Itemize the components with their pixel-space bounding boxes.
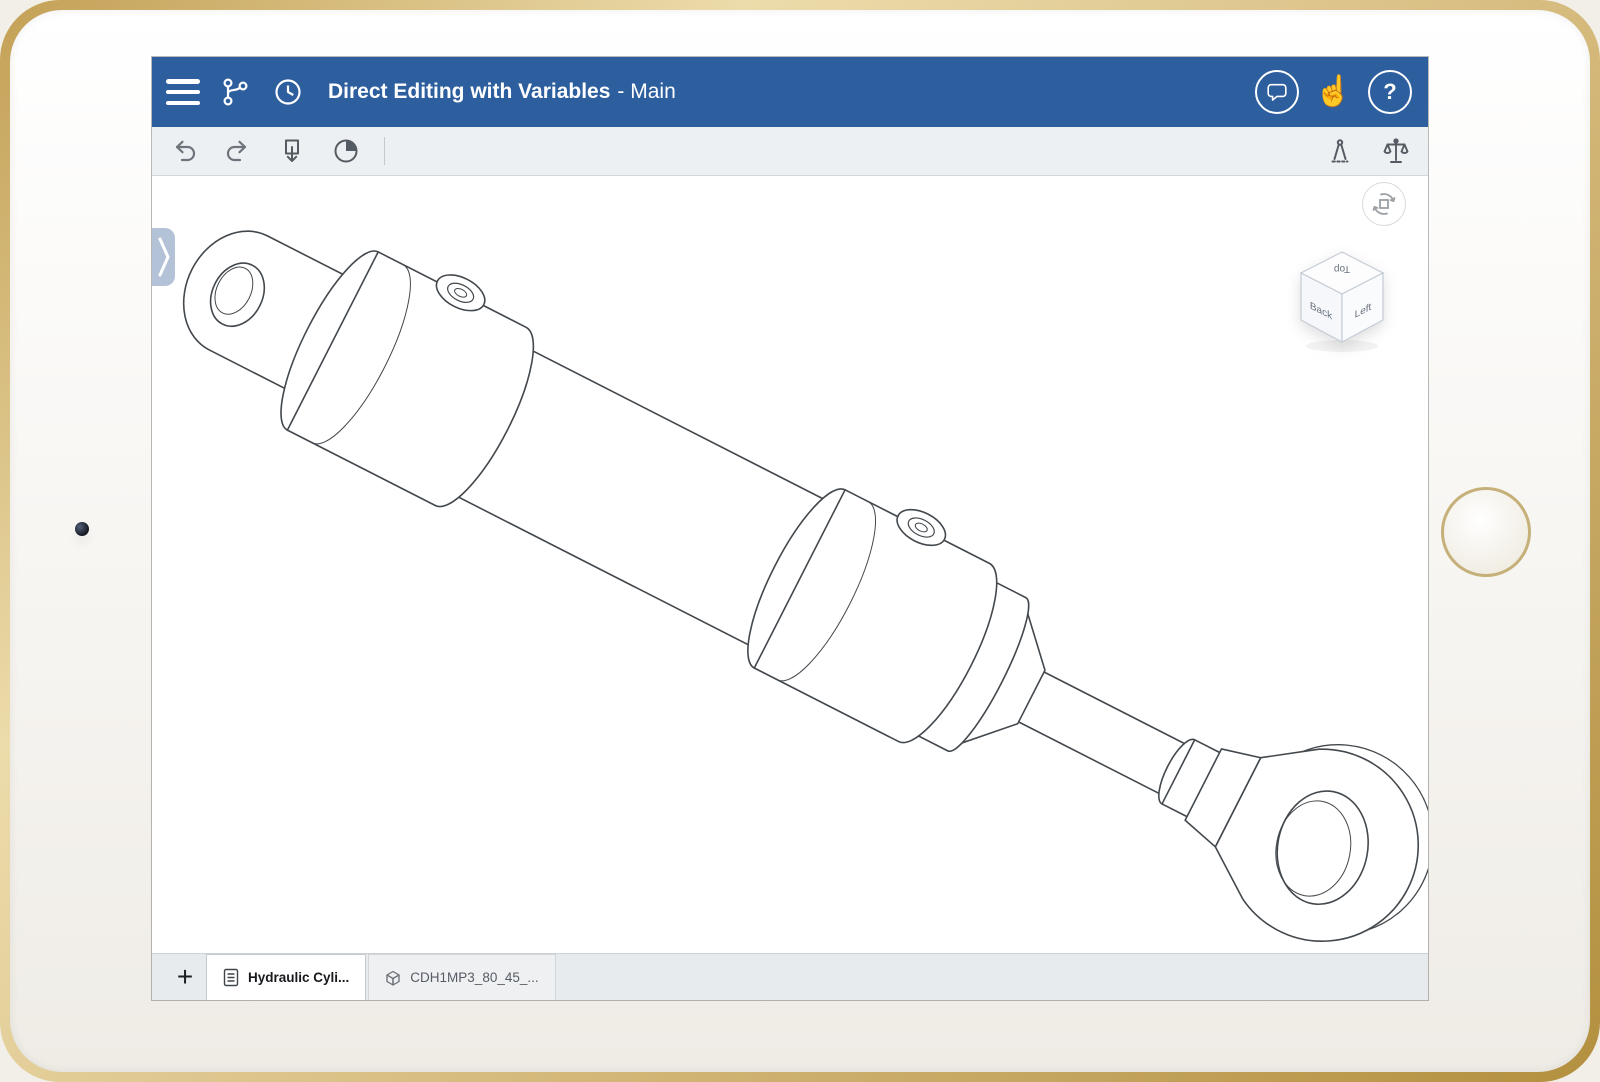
graphics-canvas[interactable]: Top Back Left — [152, 176, 1428, 953]
document-toolbar — [152, 127, 1428, 176]
history-clock-icon — [271, 75, 305, 109]
expand-feature-panel-button[interactable] — [152, 228, 175, 286]
hamburger-menu-icon[interactable] — [166, 79, 200, 105]
toolbar-analysis-group — [1324, 135, 1412, 167]
help-glyph: ? — [1383, 79, 1396, 105]
rotate-view-icon — [1371, 191, 1397, 217]
part-icon — [385, 969, 401, 987]
comments-button[interactable] — [1255, 70, 1299, 114]
model-rod-end-eye[interactable] — [1160, 689, 1428, 953]
undo-button[interactable] — [168, 135, 200, 167]
tab-part-studio[interactable]: CDH1MP3_80_45_... — [368, 954, 555, 1000]
export-icon — [277, 136, 307, 166]
tablet-device: Direct Editing with Variables - Main ☝ ? — [0, 0, 1600, 1082]
element-tab-bar: + Hydraulic Cyli... — [152, 953, 1428, 1000]
header-actions: ☝ ? — [1255, 70, 1412, 114]
measure-button[interactable] — [1324, 135, 1356, 167]
tab-assembly[interactable]: Hydraulic Cyli... — [206, 954, 366, 1000]
touch-pointer-icon[interactable]: ☝ — [1315, 77, 1352, 107]
chevron-right-icon — [155, 229, 173, 285]
home-button[interactable] — [1441, 487, 1531, 577]
view-cube[interactable]: Top Back Left — [1282, 238, 1402, 358]
version-tree-icon — [217, 75, 251, 109]
front-camera — [75, 522, 89, 536]
help-button[interactable]: ? — [1368, 70, 1412, 114]
app-header: Direct Editing with Variables - Main ☝ ? — [152, 57, 1428, 127]
viewcube-label-top: Top — [1334, 263, 1351, 274]
plus-icon: + — [177, 961, 193, 993]
hydraulic-cylinder-model[interactable] — [152, 176, 1428, 953]
document-name: Direct Editing with Variables — [328, 80, 610, 104]
app-screen: Direct Editing with Variables - Main ☝ ? — [152, 57, 1428, 1000]
history-button[interactable] — [268, 72, 308, 112]
undo-icon — [169, 136, 199, 166]
time-usage-icon — [331, 136, 361, 166]
document-title: Direct Editing with Variables - Main — [328, 80, 676, 104]
tab-label: CDH1MP3_80_45_... — [410, 970, 538, 985]
mass-properties-icon — [1381, 136, 1411, 166]
comment-icon — [1266, 81, 1288, 103]
redo-icon — [223, 136, 253, 166]
rotate-view-button[interactable] — [1362, 182, 1406, 226]
measure-icon — [1325, 136, 1355, 166]
export-button[interactable] — [276, 135, 308, 167]
workspace-name: - Main — [617, 80, 675, 104]
versions-button[interactable] — [214, 72, 254, 112]
mass-properties-button[interactable] — [1380, 135, 1412, 167]
add-element-button[interactable]: + — [164, 954, 206, 1000]
tab-label: Hydraulic Cyli... — [248, 970, 349, 985]
toolbar-separator — [384, 137, 385, 165]
time-usage-button[interactable] — [330, 135, 362, 167]
redo-button[interactable] — [222, 135, 254, 167]
document-icon — [223, 968, 239, 987]
